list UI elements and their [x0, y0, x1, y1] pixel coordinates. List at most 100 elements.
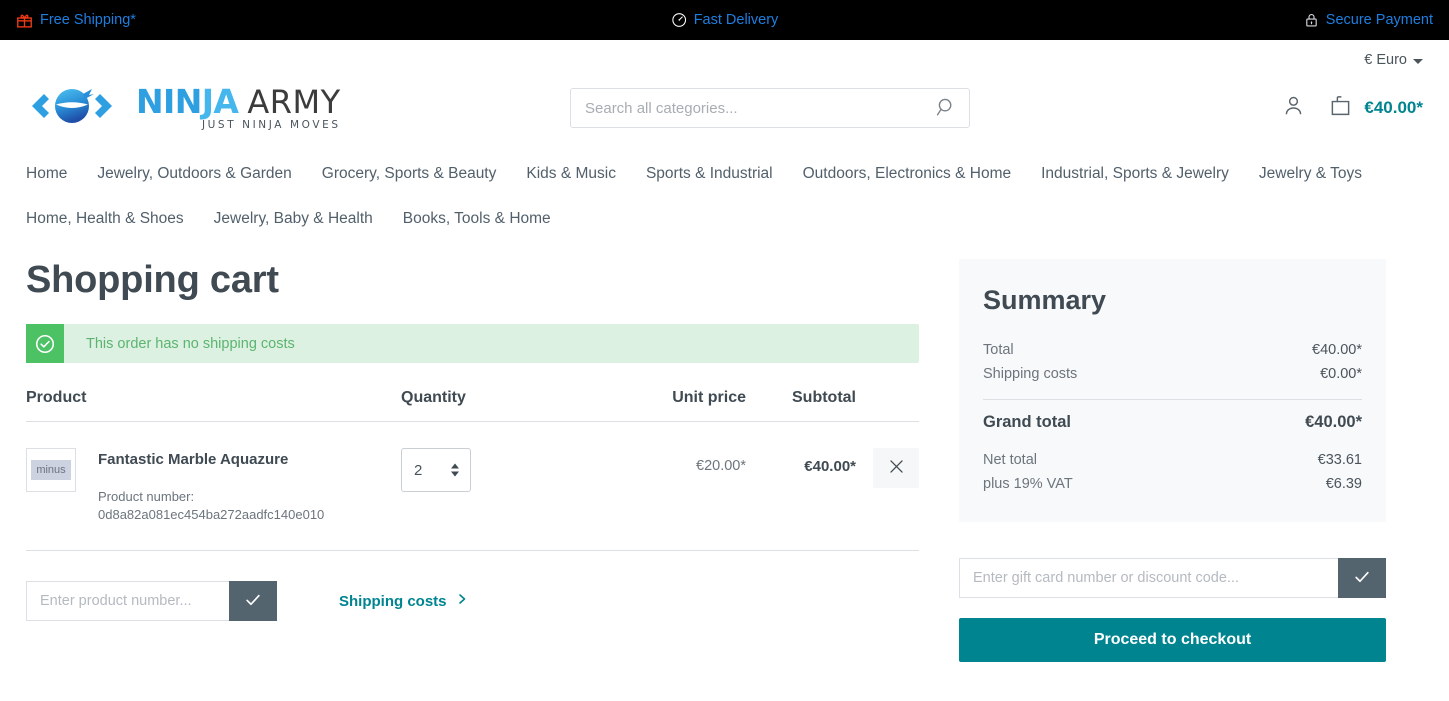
search-form	[570, 88, 970, 128]
voucher-form	[959, 558, 1386, 598]
product-name-link[interactable]: Fantastic Marble Aquazure	[98, 451, 324, 468]
account-button[interactable]	[1281, 93, 1306, 123]
fast-delivery-icon	[671, 12, 687, 28]
add-product-number-form	[26, 581, 277, 622]
shopping-bag-icon	[1328, 93, 1353, 123]
column-header-subtotal: Subtotal	[792, 389, 856, 406]
grand-total-value: €40.00*	[1305, 413, 1362, 431]
quantity-cell: 2	[401, 444, 616, 492]
cart-footer-row: Shipping costs	[26, 581, 919, 622]
gift-icon	[16, 12, 33, 29]
logo-wordmark: NINJA ARMY JUST NINJA MOVES	[136, 85, 341, 131]
lock-icon	[1304, 12, 1319, 28]
subtotal-value: €40.00*	[804, 458, 856, 475]
column-header-product: Product	[26, 389, 87, 406]
unit-price-value: €20.00*	[696, 458, 746, 474]
nav-item-grocery-sports-beauty[interactable]: Grocery, Sports & Beauty	[322, 151, 497, 196]
product-info: Fantastic Marble Aquazure Product number…	[98, 444, 324, 524]
page-title: Shopping cart	[26, 259, 279, 301]
thumbnail-placeholder-text: minus	[31, 460, 71, 480]
submit-product-number-button[interactable]	[229, 581, 277, 622]
user-icon	[1281, 93, 1306, 123]
secure-payment-label: Secure Payment	[1325, 12, 1433, 28]
chevron-right-icon	[456, 592, 468, 610]
order-summary-panel: Summary Total €40.00* Shipping costs €0.…	[959, 259, 1386, 522]
nav-item-home-health-shoes[interactable]: Home, Health & Shoes	[26, 196, 184, 241]
proceed-to-checkout-button[interactable]: Proceed to checkout	[959, 618, 1386, 662]
success-check-icon	[26, 324, 64, 363]
nav-item-kids-music[interactable]: Kids & Music	[526, 151, 616, 196]
quantity-select[interactable]: 2	[401, 448, 471, 492]
logo-army: ARMY	[247, 83, 341, 122]
net-total-label: Net total	[983, 452, 1037, 468]
nav-item-sports-industrial[interactable]: Sports & Industrial	[646, 151, 773, 196]
product-number-input[interactable]	[26, 581, 229, 622]
summary-title: Summary	[983, 285, 1107, 315]
chevron-down-icon	[1413, 58, 1423, 64]
submit-voucher-button[interactable]	[1338, 558, 1386, 598]
table-row: minus Fantastic Marble Aquazure Product …	[26, 422, 919, 552]
close-icon	[887, 457, 906, 479]
ninja-logo-icon	[26, 84, 130, 133]
check-icon	[243, 590, 263, 613]
shipping-costs-label: Shipping costs	[339, 592, 447, 610]
summary-line-net-total: Net total €33.61	[983, 448, 1362, 472]
search-input[interactable]	[571, 99, 923, 117]
column-header-quantity: Quantity	[401, 389, 466, 406]
site-header: € Euro NINJA ARMY JUST NINJA MOVES Searc…	[0, 40, 1449, 145]
nav-item-jewelry-outdoors-garden[interactable]: Jewelry, Outdoors & Garden	[97, 151, 291, 196]
nav-item-jewelry-baby-health[interactable]: Jewelry, Baby & Health	[214, 196, 373, 241]
currency-selector[interactable]: € Euro	[1364, 49, 1423, 71]
search-submit-button[interactable]	[923, 89, 969, 127]
fast-delivery-notice[interactable]: Fast Delivery	[671, 12, 779, 28]
free-shipping-label: Free Shipping*	[40, 12, 136, 28]
search-icon	[935, 96, 957, 121]
grand-total-label: Grand total	[983, 413, 1072, 431]
vat-label: plus 19% VAT	[983, 476, 1073, 492]
alert-message: This order has no shipping costs	[86, 335, 295, 352]
free-shipping-notice[interactable]: Free Shipping*	[16, 12, 136, 29]
nav-item-home[interactable]: Home	[26, 151, 67, 196]
nav-item-jewelry-toys[interactable]: Jewelry & Toys	[1259, 151, 1362, 196]
remove-item-button[interactable]	[873, 448, 919, 488]
summary-total-label: Total	[983, 342, 1014, 358]
summary-column: Summary Total €40.00* Shipping costs €0.…	[959, 259, 1386, 662]
page-content: Shopping cart This order has no shipping…	[0, 259, 1449, 662]
cart-widget[interactable]: €40.00*	[1328, 93, 1423, 123]
product-number-label: Product number:	[98, 489, 195, 504]
net-total-value: €33.61	[1317, 452, 1362, 468]
site-logo[interactable]: NINJA ARMY JUST NINJA MOVES	[26, 84, 341, 133]
product-number-block: Product number: 0d8a82a081ec454ba272aadf…	[98, 488, 324, 524]
announcement-bar: Free Shipping* Fast Delivery Secure Paym…	[0, 0, 1449, 40]
summary-line-shipping: Shipping costs €0.00*	[983, 362, 1362, 386]
voucher-input[interactable]	[959, 558, 1338, 598]
product-number-value: 0d8a82a081ec454ba272aadfc140e010	[98, 507, 325, 523]
header-actions: €40.00*	[1281, 93, 1423, 123]
fast-delivery-label: Fast Delivery	[693, 12, 779, 28]
check-icon	[1352, 567, 1372, 590]
nav-item-books-tools-home[interactable]: Books, Tools & Home	[403, 196, 551, 241]
logo-ninja-part2: JA	[201, 82, 239, 122]
vat-value: €6.39	[1325, 476, 1362, 492]
cart-column: Shopping cart This order has no shipping…	[26, 259, 919, 662]
nav-item-outdoors-electronics-home[interactable]: Outdoors, Electronics & Home	[803, 151, 1011, 196]
column-header-unit-price: Unit price	[672, 389, 746, 406]
summary-line-total: Total €40.00*	[983, 338, 1362, 362]
summary-divider	[983, 399, 1362, 400]
remove-cell	[856, 444, 919, 488]
cart-table-header: Product Quantity Unit price Subtotal	[26, 389, 919, 422]
header-main-row: NINJA ARMY JUST NINJA MOVES Search all c…	[26, 71, 1423, 145]
currency-label: € Euro	[1364, 52, 1407, 68]
search-area	[570, 88, 970, 128]
currency-row: € Euro	[26, 40, 1423, 71]
shipping-free-alert: This order has no shipping costs	[26, 324, 919, 363]
cart-total-amount: €40.00*	[1364, 98, 1423, 117]
product-thumbnail[interactable]: minus	[26, 448, 76, 492]
secure-payment-notice[interactable]: Secure Payment	[1304, 12, 1433, 28]
product-cell: minus Fantastic Marble Aquazure Product …	[26, 444, 401, 524]
summary-grand-total: Grand total €40.00*	[983, 413, 1362, 448]
nav-item-industrial-sports-jewelry[interactable]: Industrial, Sports & Jewelry	[1041, 151, 1229, 196]
shipping-costs-link[interactable]: Shipping costs	[339, 592, 468, 610]
summary-shipping-value: €0.00*	[1320, 366, 1362, 382]
summary-line-vat: plus 19% VAT €6.39	[983, 472, 1362, 496]
